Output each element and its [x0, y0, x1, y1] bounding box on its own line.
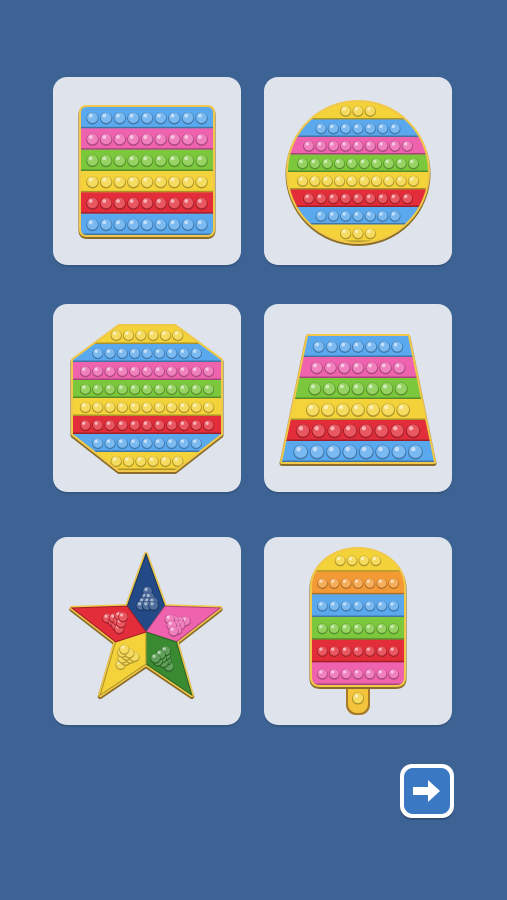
square-pop-it: [78, 105, 216, 239]
shape-card-popsicle[interactable]: [264, 537, 452, 725]
popsicle-pop-it: [309, 547, 407, 715]
shape-card-star[interactable]: [53, 537, 241, 725]
star-pop-it: [69, 552, 223, 700]
circle-pop-it: [285, 100, 431, 246]
octagon-pop-it: [70, 324, 224, 474]
shape-card-square[interactable]: [53, 77, 241, 265]
next-button-face: [404, 768, 450, 814]
shape-card-octagon[interactable]: [53, 304, 241, 492]
trapezoid-pop-it: [279, 334, 437, 466]
shape-card-circle[interactable]: [264, 77, 452, 265]
next-button[interactable]: [400, 764, 454, 818]
shape-card-trapezoid[interactable]: [264, 304, 452, 492]
arrow-right-icon: [413, 780, 440, 802]
